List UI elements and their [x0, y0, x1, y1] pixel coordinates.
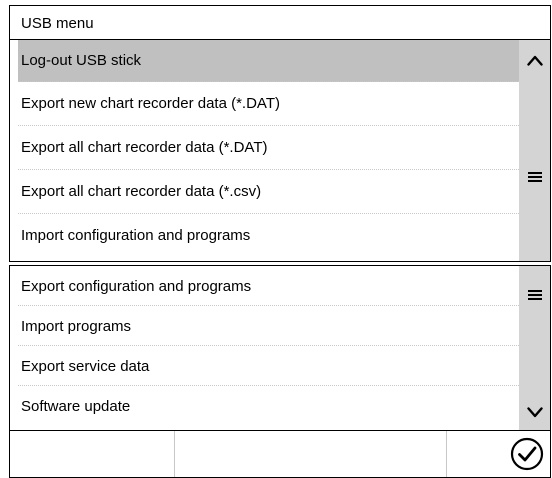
- menu-item-label: Export new chart recorder data (*.DAT): [21, 95, 280, 112]
- confirm-button[interactable]: [446, 431, 550, 477]
- menu-item-export-all-chart-data-csv[interactable]: Export all chart recorder data (*.csv): [18, 170, 519, 214]
- scroll-down-button[interactable]: [519, 400, 550, 424]
- scrollbar[interactable]: [519, 40, 550, 261]
- menu-item-software-update[interactable]: Software update: [18, 386, 519, 426]
- menu-item-label: Export all chart recorder data (*.csv): [21, 183, 262, 200]
- menu-item-log-out-usb-stick[interactable]: Log-out USB stick: [18, 40, 519, 82]
- menu-item-import-programs[interactable]: Import programs: [18, 306, 519, 346]
- footer-divider: [174, 431, 175, 477]
- usb-menu-panel: USB menu Log-out USB stick Export new ch…: [9, 5, 551, 262]
- menu-list-upper: Log-out USB stick Export new chart recor…: [18, 40, 519, 258]
- check-circle-icon: [510, 437, 544, 471]
- menu-item-label: Software update: [21, 398, 131, 415]
- menu-lines-icon: [527, 290, 542, 300]
- menu-item-label: Import configuration and programs: [21, 227, 251, 244]
- menu-item-export-all-chart-data-dat[interactable]: Export all chart recorder data (*.DAT): [18, 126, 519, 170]
- chevron-down-icon: [526, 406, 543, 417]
- scrollbar-lower[interactable]: [519, 266, 550, 430]
- title-bar: USB menu: [10, 6, 550, 40]
- scroll-thumb-lower[interactable]: [519, 282, 550, 308]
- menu-item-export-service-data[interactable]: Export service data: [18, 346, 519, 386]
- menu-item-label: Export all chart recorder data (*.DAT): [21, 139, 268, 156]
- menu-item-label: Export service data: [21, 358, 150, 375]
- footer-bar: [9, 431, 551, 478]
- menu-item-label: Import programs: [21, 318, 132, 335]
- menu-item-export-new-chart-data-dat[interactable]: Export new chart recorder data (*.DAT): [18, 82, 519, 126]
- chevron-up-icon: [526, 55, 543, 66]
- menu-item-import-configuration-and-programs[interactable]: Import configuration and programs: [18, 214, 519, 258]
- page-title: USB menu: [21, 15, 94, 32]
- usb-menu-panel-continued: Export configuration and programs Import…: [9, 265, 551, 431]
- menu-item-label: Export configuration and programs: [21, 278, 252, 295]
- scroll-up-button[interactable]: [519, 48, 550, 72]
- menu-lines-icon: [527, 172, 542, 182]
- menu-list-lower: Export configuration and programs Import…: [18, 266, 519, 426]
- scroll-thumb[interactable]: [519, 164, 550, 190]
- menu-item-label: Log-out USB stick: [21, 52, 142, 69]
- menu-item-export-configuration-and-programs[interactable]: Export configuration and programs: [18, 266, 519, 306]
